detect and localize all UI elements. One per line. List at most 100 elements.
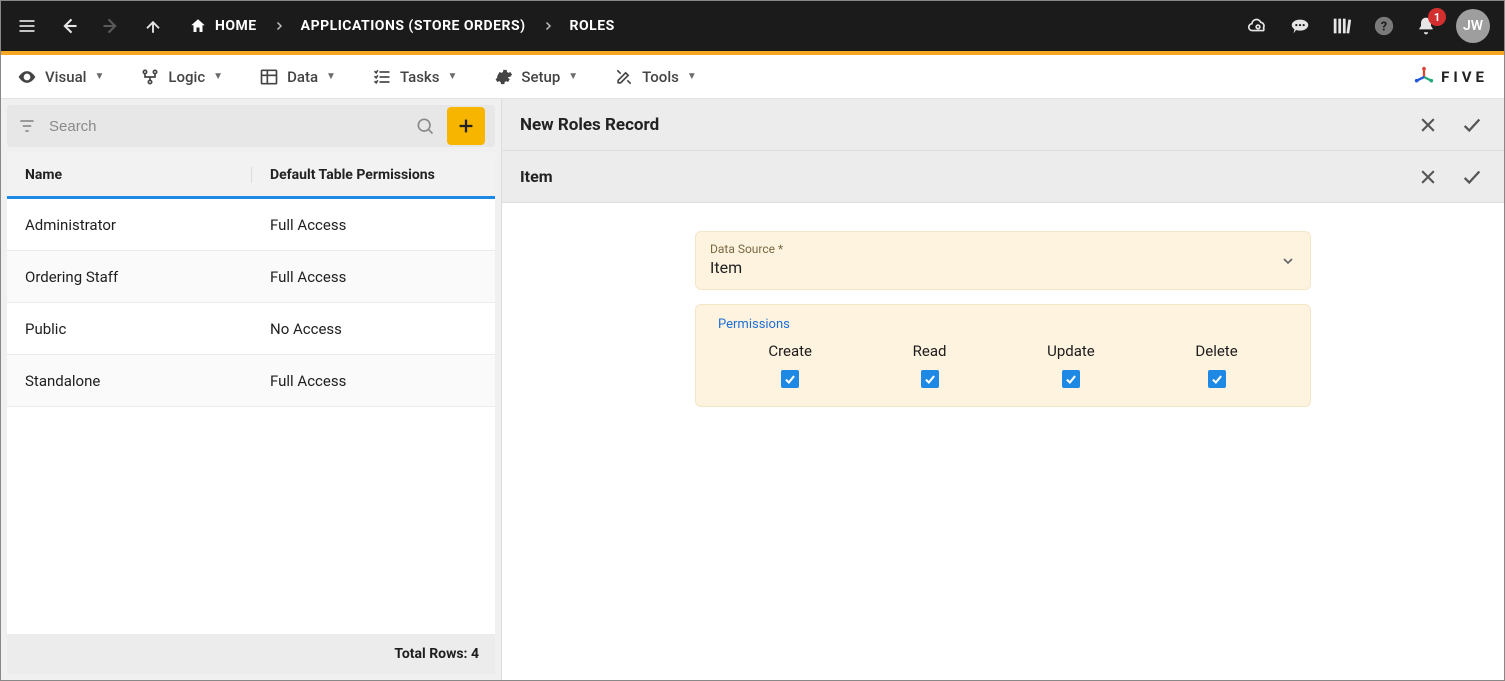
col-name[interactable]: Name [7,167,252,183]
checkbox[interactable] [781,370,799,388]
dropdown-icon: ▼ [568,71,578,82]
permission-col: Read [913,342,947,388]
up-icon[interactable] [141,14,165,38]
eye-icon [17,67,37,87]
menu-tasks[interactable]: Tasks ▼ [372,67,457,87]
cell-name: Administrator [7,216,252,234]
checkbox[interactable] [1062,370,1080,388]
back-icon[interactable] [57,14,81,38]
right-panel: New Roles Record Item Data Source * Item [501,99,1504,680]
menu-tools[interactable]: Tools ▼ [614,67,697,87]
notifications-icon[interactable]: 1 [1414,14,1438,38]
menu-label: Logic [168,68,205,86]
breadcrumb-label: HOME [215,18,257,34]
search-bar [7,105,495,147]
menu-visual[interactable]: Visual ▼ [17,67,104,87]
table-row[interactable]: AdministratorFull Access [7,199,495,251]
permission-label: Delete [1195,342,1237,360]
tasks-icon [372,67,392,87]
help-icon[interactable]: ? [1372,14,1396,38]
permission-label: Update [1047,342,1095,360]
topbar: HOME APPLICATIONS (STORE ORDERS) ROLES ? [1,1,1504,55]
chevron-right-icon [273,20,285,32]
cell-name: Standalone [7,372,252,390]
menu-label: Tools [642,68,679,86]
field-label: Data Source * [710,242,1296,256]
menu-data[interactable]: Data ▼ [259,67,336,87]
table-row[interactable]: StandaloneFull Access [7,355,495,407]
cell-perm: Full Access [252,268,495,286]
breadcrumb-home[interactable]: HOME [189,17,257,35]
chat-icon[interactable] [1288,14,1312,38]
menu-icon[interactable] [15,14,39,38]
col-perm[interactable]: Default Table Permissions [252,167,495,183]
permission-col: Update [1047,342,1095,388]
home-icon [189,17,207,35]
chevron-right-icon [542,20,554,32]
form-area: Data Source * Item Permissions Create Rea… [502,203,1504,680]
brand-text: FIVE [1441,68,1488,86]
cloud-icon[interactable] [1246,14,1270,38]
library-icon[interactable] [1330,14,1354,38]
menubar: Visual ▼ Logic ▼ Data ▼ Tasks ▼ Setup ▼ … [1,55,1504,99]
search-input[interactable] [49,118,403,135]
table-body: AdministratorFull AccessOrdering StaffFu… [7,199,495,634]
table-footer: Total Rows: 4 [7,634,495,674]
table-row[interactable]: PublicNo Access [7,303,495,355]
left-panel: Name Default Table Permissions Administr… [1,99,501,680]
breadcrumb-roles[interactable]: ROLES [570,18,615,34]
section-title: Item [520,167,553,186]
breadcrumb: HOME APPLICATIONS (STORE ORDERS) ROLES [189,17,615,35]
topbar-right: ? 1 JW [1246,9,1490,43]
confirm-icon[interactable] [1458,111,1486,139]
permission-col: Delete [1195,342,1237,388]
menu-label: Visual [45,68,86,86]
total-rows: Total Rows: 4 [394,646,479,662]
logic-icon [140,67,160,87]
data-source-field[interactable]: Data Source * Item [695,231,1311,290]
data-icon [259,67,279,87]
permissions-card: Permissions Create Read Update Delete [695,304,1311,407]
permissions-row: Create Read Update Delete [718,342,1288,388]
dropdown-icon: ▼ [326,71,336,82]
breadcrumb-applications[interactable]: APPLICATIONS (STORE ORDERS) [301,18,526,34]
avatar[interactable]: JW [1456,9,1490,43]
dropdown-icon: ▼ [213,71,223,82]
table-header: Name Default Table Permissions [7,153,495,199]
confirm-icon[interactable] [1458,163,1486,191]
close-icon[interactable] [1414,111,1442,139]
permissions-title: Permissions [718,317,1288,332]
checkbox[interactable] [1208,370,1226,388]
cell-perm: Full Access [252,372,495,390]
section-title: New Roles Record [520,115,659,135]
chevron-down-icon [1280,253,1296,269]
notification-badge: 1 [1428,8,1446,26]
cell-perm: No Access [252,320,495,338]
svg-text:?: ? [1381,20,1387,35]
gear-icon [493,67,513,87]
menu-setup[interactable]: Setup ▼ [493,67,578,87]
cell-perm: Full Access [252,216,495,234]
close-icon[interactable] [1414,163,1442,191]
search-icon[interactable] [415,116,435,136]
checkbox[interactable] [921,370,939,388]
menu-label: Setup [521,68,560,86]
table-row[interactable]: Ordering StaffFull Access [7,251,495,303]
permission-col: Create [768,342,812,388]
menu-label: Data [287,68,318,86]
filter-icon[interactable] [17,116,37,136]
brand-logo: FIVE [1413,66,1488,88]
dropdown-icon: ▼ [94,71,104,82]
section-item: Item [502,151,1504,203]
topbar-left: HOME APPLICATIONS (STORE ORDERS) ROLES [15,14,615,38]
section-new-roles: New Roles Record [502,99,1504,151]
breadcrumb-label: ROLES [570,18,615,34]
permission-label: Read [913,342,947,360]
menu-logic[interactable]: Logic ▼ [140,67,223,87]
roles-table: Name Default Table Permissions Administr… [7,153,495,674]
add-button[interactable] [447,107,485,145]
dropdown-icon: ▼ [447,71,457,82]
cell-name: Ordering Staff [7,268,252,286]
field-value: Item [710,258,1296,277]
cell-name: Public [7,320,252,338]
